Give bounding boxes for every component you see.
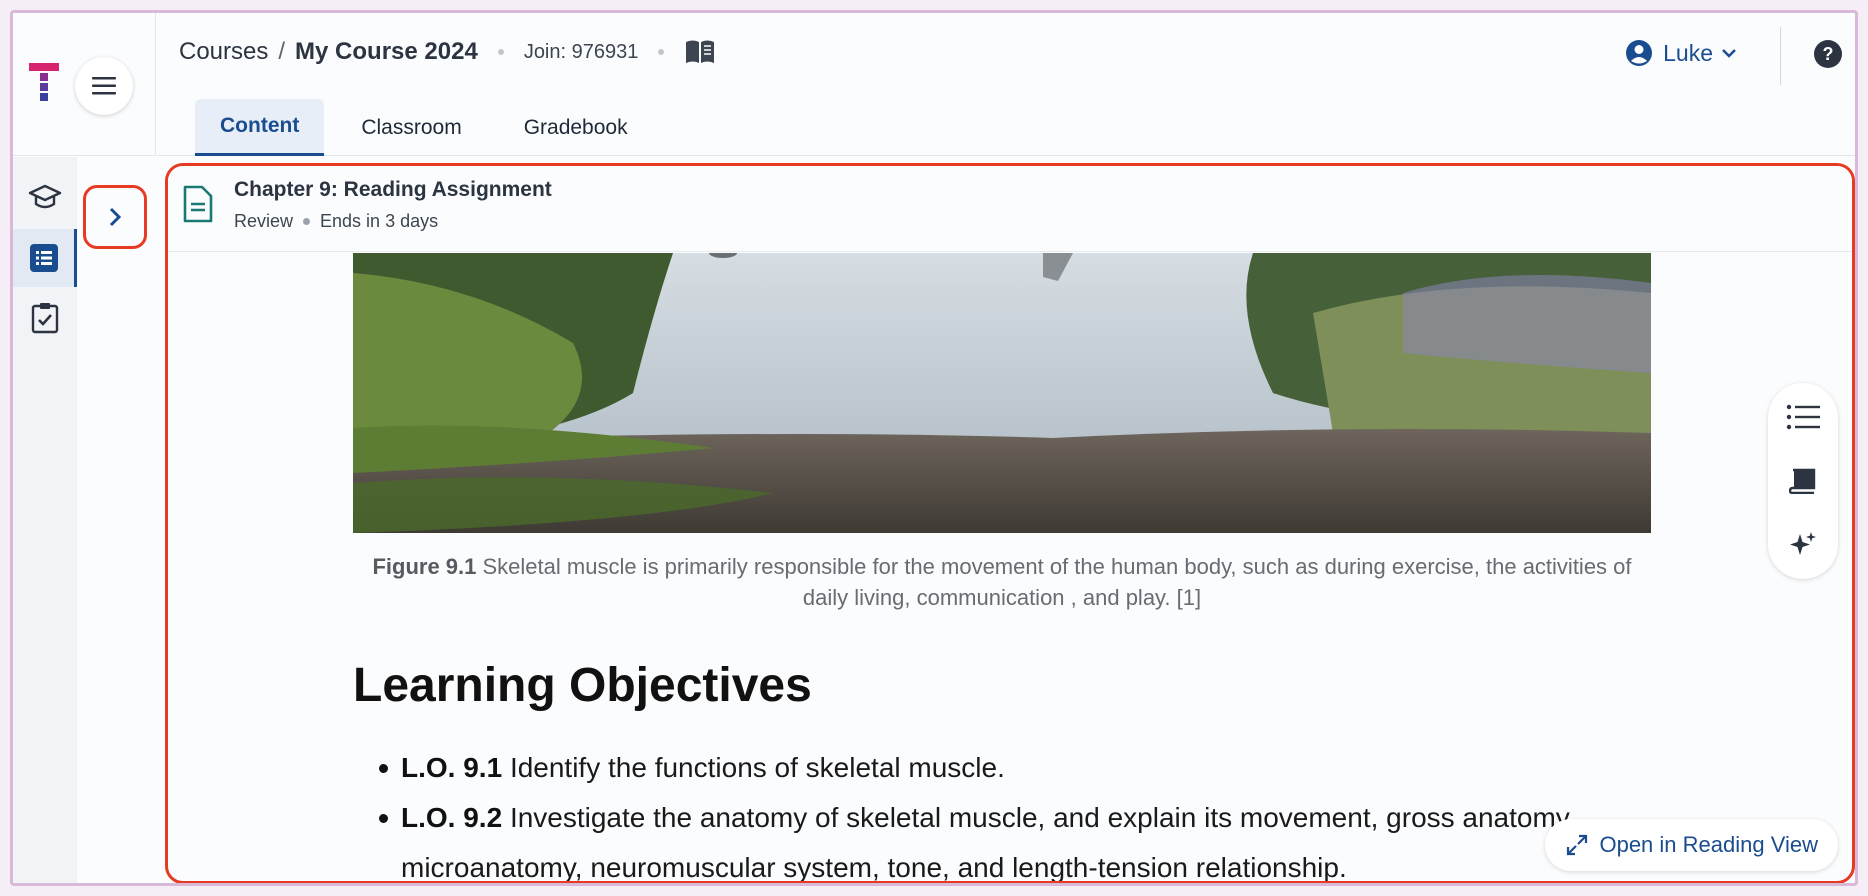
rail-assignments[interactable] — [13, 289, 77, 347]
side-toolbar — [1768, 383, 1838, 579]
ai-assistant-button[interactable] — [1768, 515, 1838, 575]
assignment-panel: Chapter 9: Reading Assignment Review End… — [165, 163, 1855, 883]
left-rail — [13, 157, 77, 883]
chevron-down-icon — [1722, 49, 1736, 58]
open-reading-view-button[interactable]: Open in Reading View — [1545, 819, 1838, 871]
list-item: L.O. 9.2 Investigate the anatomy of skel… — [353, 793, 1603, 843]
brand-logo[interactable] — [29, 63, 59, 103]
list-item: L.O. 9.1 Identify the functions of skele… — [353, 743, 1603, 793]
course-title: My Course 2024 — [295, 38, 478, 65]
learning-objectives-list: L.O. 9.1 Identify the functions of skele… — [353, 743, 1603, 883]
separator-dot — [497, 49, 504, 55]
figure-image — [353, 253, 1651, 533]
breadcrumb-courses-link[interactable]: Courses — [179, 38, 268, 66]
app-window: Courses / My Course 2024 Join: 976931 Co… — [10, 10, 1858, 886]
assignment-due: Ends in 3 days — [320, 211, 439, 231]
breadcrumb-separator: / — [278, 38, 286, 65]
document-icon — [183, 185, 213, 223]
tab-classroom[interactable]: Classroom — [336, 99, 486, 156]
notebook-button[interactable] — [1768, 451, 1838, 511]
expand-arrows-icon — [1567, 834, 1588, 856]
objective-code: L.O. 9.1 — [401, 752, 503, 783]
book-open-icon[interactable] — [684, 39, 716, 65]
assignment-title[interactable]: Chapter 9: Reading Assignment — [234, 178, 552, 202]
separator-dot — [303, 218, 311, 225]
objective-code: L.O. 9.2 — [401, 802, 503, 833]
objective-text-continuation: microanatomy, neuromuscular system, tone… — [401, 852, 1347, 883]
user-name: Luke — [1663, 39, 1713, 66]
notebook-icon — [1789, 468, 1816, 494]
assignment-header: Chapter 9: Reading Assignment Review End… — [168, 166, 1852, 252]
assignment-meta: Review Ends in 3 days — [234, 211, 438, 232]
objective-text: Investigate the anatomy of skeletal musc… — [509, 802, 1576, 833]
figure-caption-text: Skeletal muscle is primarily responsible… — [482, 554, 1632, 610]
rail-courses[interactable] — [13, 169, 77, 227]
expand-panel-button[interactable] — [83, 185, 147, 249]
sparkle-icon — [1790, 532, 1816, 555]
top-header: Courses / My Course 2024 Join: 976931 Co… — [157, 13, 1855, 156]
breadcrumb: Courses / My Course 2024 Join: 976931 — [179, 38, 716, 66]
figure-label: Figure 9.1 — [372, 554, 477, 579]
tab-content[interactable]: Content — [195, 99, 325, 156]
reading-view-label: Open in Reading View — [1599, 832, 1818, 857]
user-circle-icon — [1626, 40, 1653, 66]
hamburger-icon — [92, 77, 116, 95]
main-menu-button[interactable] — [75, 57, 133, 115]
tab-gradebook[interactable]: Gradebook — [499, 99, 653, 156]
objective-text: Identify the functions of skeletal muscl… — [509, 752, 1005, 783]
assignment-status: Review — [234, 211, 294, 231]
help-circle-icon[interactable]: ? — [1813, 39, 1843, 69]
reading-content: Figure 9.1 Skeletal muscle is primarily … — [168, 253, 1852, 881]
svg-text:?: ? — [1823, 44, 1834, 64]
course-tabs: Content Classroom Gradebook — [195, 99, 665, 156]
list-lines-icon — [1786, 404, 1820, 430]
graduation-cap-icon — [28, 184, 62, 209]
separator-dot — [658, 49, 665, 55]
rail-content-list[interactable] — [13, 229, 77, 287]
logo-zone — [13, 13, 156, 156]
list-icon — [29, 244, 58, 272]
user-menu[interactable]: Luke — [1625, 39, 1737, 67]
join-code: Join: 976931 — [523, 40, 639, 63]
figure-caption: Figure 9.1 Skeletal muscle is primarily … — [353, 551, 1651, 613]
learning-objectives-heading: Learning Objectives — [353, 659, 812, 712]
chevron-right-icon — [109, 207, 122, 227]
header-divider — [1780, 27, 1781, 85]
table-of-contents-button[interactable] — [1768, 387, 1838, 447]
clipboard-check-icon — [31, 303, 59, 334]
